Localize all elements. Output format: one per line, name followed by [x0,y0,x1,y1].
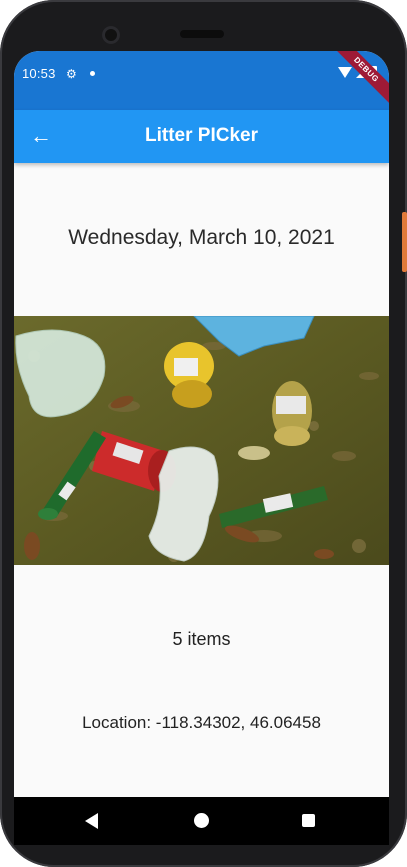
gear-icon: ⚙ [66,67,77,81]
power-button [402,212,407,272]
phone-frame: 10:53 ⚙ DEBUG ← Litter PICker Wednesday,… [0,0,407,867]
page-title: Litter PICker [145,125,258,146]
status-time: 10:53 [22,66,56,81]
app-screen: 10:53 ⚙ DEBUG ← Litter PICker Wednesday,… [14,51,389,845]
status-bar: 10:53 ⚙ DEBUG [14,51,389,110]
back-triangle-icon[interactable] [85,813,98,829]
item-count: 5 items [172,629,231,649]
notification-dot-icon [90,71,95,76]
debug-banner: DEBUG [329,51,389,107]
litter-photo [14,316,389,565]
wifi-icon [338,66,352,78]
location-label: Location: -118.34302, 46.06458 [82,713,321,732]
system-nav-bar [14,797,389,845]
front-camera [102,26,120,44]
earpiece-speaker [180,30,224,38]
recents-square-icon[interactable] [302,814,315,827]
date-label: Wednesday, March 10, 2021 [68,226,335,249]
app-bar: ← Litter PICker [14,110,389,163]
home-circle-icon[interactable] [194,813,209,828]
